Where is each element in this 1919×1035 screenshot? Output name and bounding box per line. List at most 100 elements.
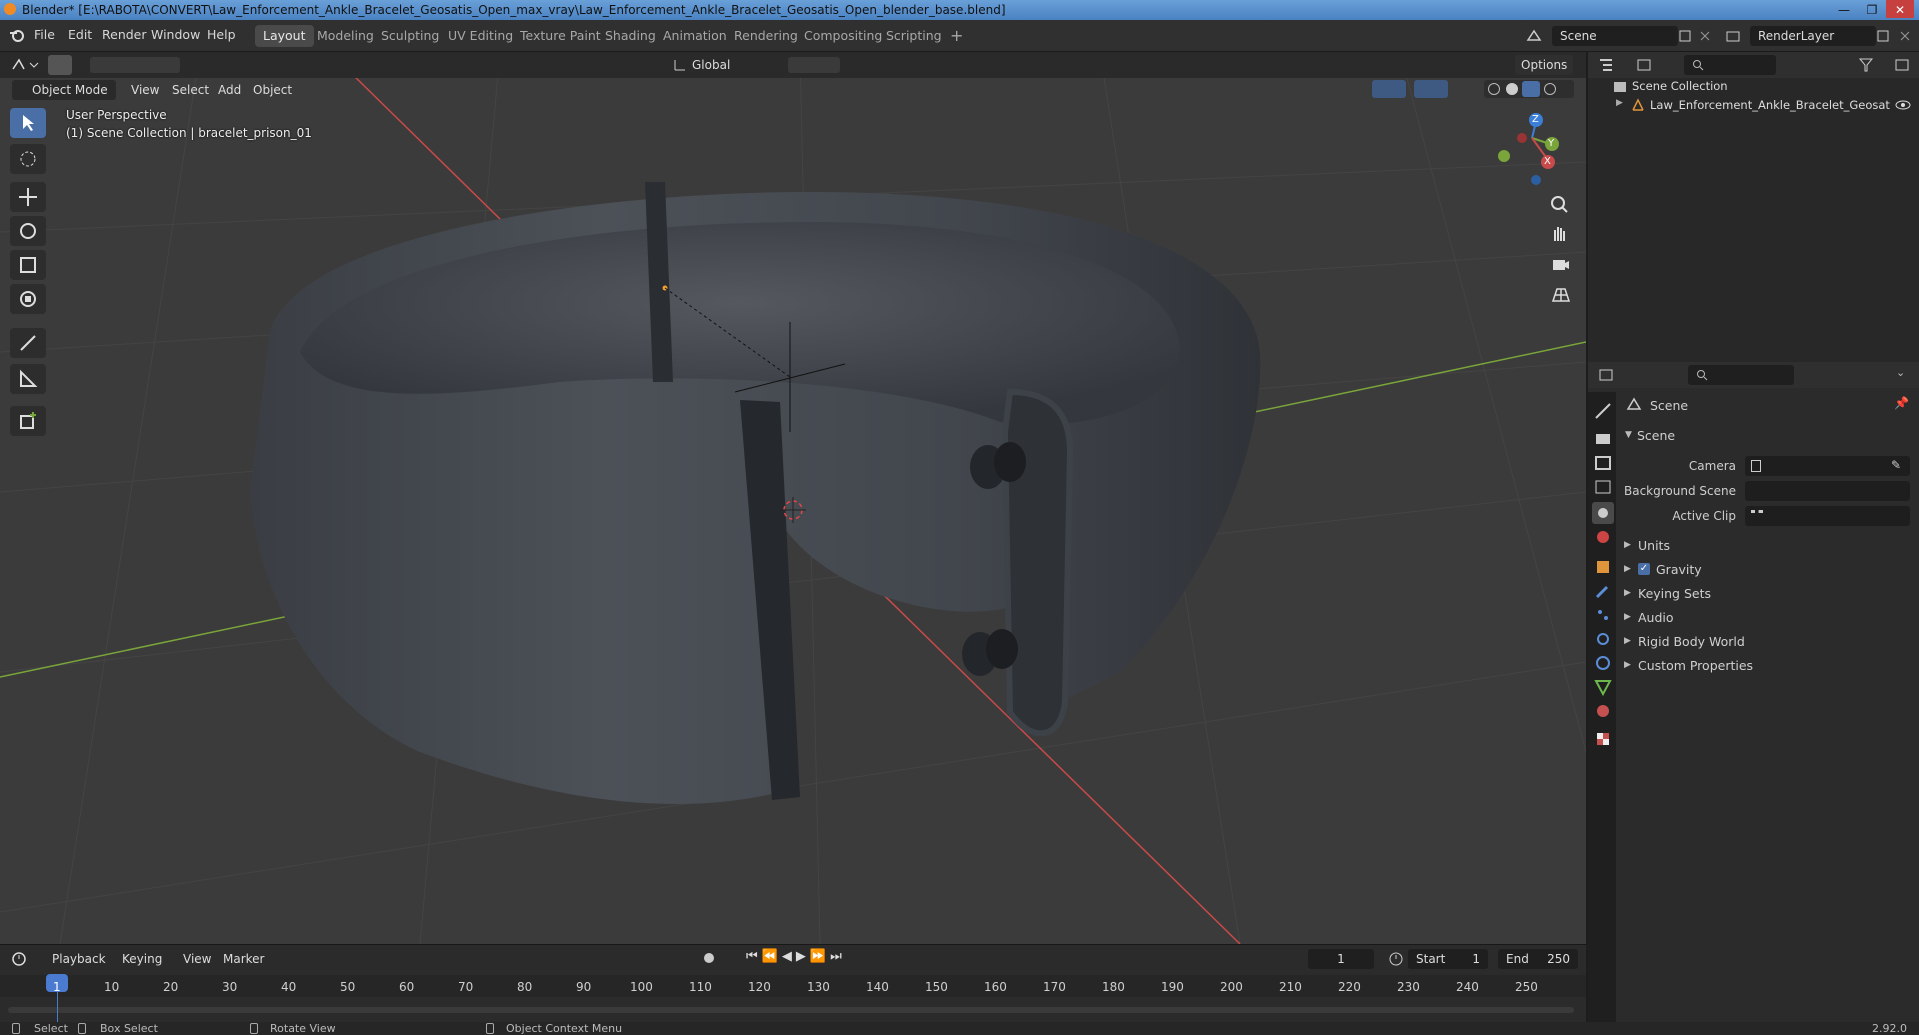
properties-editor-type-icon[interactable] (1598, 367, 1626, 383)
tab-sculpting[interactable]: Sculpting (373, 25, 447, 47)
properties-search-input[interactable] (1688, 365, 1794, 385)
visibility-eye-icon[interactable] (1894, 97, 1912, 113)
select-tool-icon[interactable] (48, 55, 72, 75)
tab-layout[interactable]: Layout (255, 25, 314, 47)
background-scene-field[interactable] (1745, 481, 1910, 501)
add-workspace-button[interactable]: + (942, 25, 971, 47)
gizmo-neg-y-icon[interactable] (1498, 150, 1510, 162)
scene-selector[interactable]: Scene (1552, 26, 1678, 46)
expand-arrow-icon[interactable]: ▶ (1624, 612, 1631, 622)
transform-orientation-dropdown[interactable]: Global (692, 55, 730, 75)
pivot-point-icon[interactable] (755, 57, 783, 73)
tool-select-box[interactable] (10, 108, 46, 138)
expand-arrow-icon[interactable]: ▶ (1624, 636, 1631, 646)
tool-measure[interactable] (10, 364, 46, 394)
menu-select[interactable]: Select (172, 80, 209, 100)
panel-keying-sets[interactable]: Keying Sets (1638, 586, 1711, 601)
solid-shading-icon[interactable] (1506, 83, 1518, 95)
clock-icon[interactable] (1388, 951, 1404, 967)
new-scene-icon[interactable] (1677, 28, 1693, 44)
menu-view[interactable]: View (183, 949, 211, 969)
current-frame-field[interactable]: 1 (1308, 949, 1374, 969)
menu-window[interactable]: Window (151, 27, 200, 42)
maximize-button[interactable]: ❐ (1858, 0, 1886, 18)
expand-arrow-icon[interactable]: ▼ (1625, 430, 1632, 440)
tool-scale[interactable] (10, 250, 46, 280)
xray-toggle[interactable] (1458, 80, 1476, 98)
tool-cursor[interactable] (10, 144, 46, 174)
rendered-shading-icon[interactable] (1544, 83, 1556, 95)
delete-scene-icon[interactable] (1697, 28, 1713, 44)
outliner-item[interactable]: Law_Enforcement_Ankle_Bracelet_Geosatis (1650, 98, 1890, 112)
eyedropper-icon[interactable]: ✎ (1891, 458, 1901, 472)
output-tab-icon[interactable] (1592, 452, 1614, 474)
tool-transform[interactable] (10, 284, 46, 314)
world-tab-icon[interactable] (1592, 526, 1614, 548)
view-layer-icon[interactable] (1725, 28, 1741, 44)
texture-tab-icon[interactable] (1592, 728, 1614, 750)
tool-add-cube[interactable] (10, 406, 46, 436)
3d-viewport[interactable] (0, 52, 1586, 944)
physics-tab-icon[interactable] (1592, 628, 1614, 650)
snap-toggle[interactable] (788, 57, 840, 73)
object-mode-dropdown[interactable]: Object Mode (12, 80, 116, 100)
timeline-editor-type-icon[interactable] (10, 950, 40, 968)
tab-modeling[interactable]: Modeling (309, 25, 382, 47)
panel-rigid-body-world[interactable]: Rigid Body World (1638, 634, 1745, 649)
editor-type-icon[interactable] (10, 56, 40, 74)
modifier-tab-icon[interactable] (1592, 580, 1614, 602)
tab-rendering[interactable]: Rendering (726, 25, 806, 47)
tab-animation[interactable]: Animation (655, 25, 735, 47)
scene-section-header[interactable]: Scene (1637, 428, 1675, 443)
tab-scripting[interactable]: Scripting (878, 25, 950, 47)
new-collection-icon[interactable] (1894, 57, 1912, 73)
tool-tab-icon[interactable] (1592, 400, 1614, 422)
options-dropdown[interactable]: Options (1515, 55, 1574, 75)
menu-view[interactable]: View (131, 80, 159, 100)
menu-render[interactable]: Render (102, 27, 147, 42)
tab-shading[interactable]: Shading (597, 25, 664, 47)
gizmo-toggle[interactable] (1372, 80, 1406, 98)
panel-audio[interactable]: Audio (1638, 610, 1674, 625)
outliner-editor-type-icon[interactable] (1598, 57, 1626, 73)
object-tab-icon[interactable] (1592, 556, 1614, 578)
pan-view-hand-icon[interactable] (1545, 221, 1575, 249)
tool-rotate[interactable] (10, 216, 46, 246)
menu-marker[interactable]: Marker (223, 949, 264, 969)
overlay-toggle[interactable] (1414, 80, 1448, 98)
render-layer-selector[interactable]: RenderLayer (1750, 26, 1876, 46)
panel-gravity[interactable]: Gravity (1656, 562, 1702, 577)
panel-units[interactable]: Units (1638, 538, 1670, 553)
playback-controls[interactable]: ⏮⏪◀▶⏩⏭ (746, 949, 846, 964)
menu-keying[interactable]: Keying (122, 949, 162, 969)
scene-tab-icon[interactable] (1592, 502, 1614, 524)
expand-arrow-icon[interactable]: ▶ (1616, 98, 1623, 108)
menu-help[interactable]: Help (207, 27, 236, 42)
menu-add[interactable]: Add (218, 80, 241, 100)
timeline-scrollbar[interactable] (8, 1007, 1574, 1013)
start-frame-field[interactable]: Start 1 (1408, 949, 1488, 969)
outliner-root-label[interactable]: Scene Collection (1632, 79, 1728, 93)
proportional-editing-toggle[interactable] (848, 57, 888, 73)
delete-layer-icon[interactable] (1897, 28, 1913, 44)
filter-icon[interactable] (1858, 57, 1886, 73)
visibility-eye-icon[interactable] (1333, 80, 1363, 98)
expand-arrow-icon[interactable]: ▶ (1624, 564, 1631, 574)
menu-file[interactable]: File (34, 27, 55, 42)
tab-compositing[interactable]: Compositing (796, 25, 890, 47)
tab-texture-paint[interactable]: Texture Paint (512, 25, 609, 47)
constraints-tab-icon[interactable] (1592, 652, 1614, 674)
minimize-button[interactable]: — (1830, 0, 1858, 18)
expand-arrow-icon[interactable]: ▶ (1624, 540, 1631, 550)
particles-tab-icon[interactable] (1592, 604, 1614, 626)
record-keyframe-icon[interactable] (704, 953, 714, 963)
end-frame-field[interactable]: End 250 (1498, 949, 1578, 969)
camera-view-icon[interactable] (1545, 251, 1575, 279)
panel-custom-properties[interactable]: Custom Properties (1638, 658, 1753, 673)
zoom-view-icon[interactable] (1545, 191, 1575, 219)
render-tab-icon[interactable] (1592, 428, 1614, 450)
menu-playback[interactable]: Playback (52, 949, 106, 969)
gravity-checkbox[interactable]: ✓ (1638, 563, 1650, 575)
transform-orientation-icon[interactable] (672, 57, 688, 73)
gizmo-neg-z-icon[interactable] (1531, 175, 1541, 185)
